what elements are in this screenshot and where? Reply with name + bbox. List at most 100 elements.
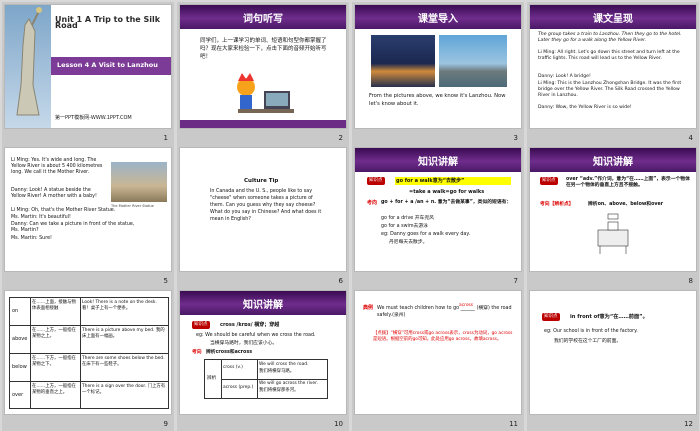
point-text: in front of意为“在……前面”。 <box>570 314 648 320</box>
point-text: go + for + a /an + n. 意为“去做某事”，类似的短语有： <box>381 200 512 205</box>
exam-tag: 考向【辨析点】 <box>540 202 574 207</box>
unit-title: Unit 1 A Trip to the Silk Road <box>55 15 161 31</box>
table-cell-meaning: 在……上面，接触与物体表面相接触 <box>32 300 76 311</box>
slide-6: Culture Tip In Canada and the U. S., peo… <box>179 147 347 272</box>
slide-header: 课堂导入 <box>355 5 521 29</box>
lesson-title: Lesson 4 A Visit to Lanzhou <box>57 61 158 69</box>
slide-thumb-4[interactable]: 课文呈现 The group takes a train to Lanzhou.… <box>527 2 699 145</box>
slide-thumb-1[interactable]: Unit 1 A Trip to the Silk Road Lesson 4 … <box>2 2 174 145</box>
dialog-line: The group takes a train to Lanzhou. Then… <box>538 32 682 43</box>
slide-number: 12 <box>684 420 693 428</box>
slide-12: 知识点 in front of意为“在……前面”。 eg: Our school… <box>529 290 697 415</box>
knowledge-point-tag: 知识点 <box>542 313 560 321</box>
table-cell: 我们将横穿那条河。 <box>259 388 299 393</box>
slide-title: 词句听写 <box>243 14 283 25</box>
dialog-line: Li Ming: All right. Let's go down this s… <box>538 50 680 61</box>
lanzhou-photo-2 <box>439 35 507 87</box>
slide-2: 词句听写 同学们，上一课学习的单词、短语和句型你都掌握了吗？现在大家来检验一下，… <box>179 4 347 129</box>
dialog-line: Danny: Look! A bridge! <box>538 74 591 79</box>
statue-image <box>5 5 51 128</box>
slide-header: 词句听写 <box>180 5 346 29</box>
table-cell-example: There are some shoes below the bed. 在床下有… <box>82 356 165 367</box>
knowledge-point-tag: 知识点 <box>192 321 210 329</box>
knowledge-point-tag: 知识点 <box>540 177 558 185</box>
slide-header: 知识讲解 <box>355 148 521 172</box>
slide-thumb-12[interactable]: 知识点 in front of意为“在……前面”。 eg: Our school… <box>527 288 699 431</box>
slide-footer <box>180 120 346 128</box>
slide-7: 知识讲解 知识点 go for a walk意为“去散步” =take a wa… <box>354 147 522 272</box>
example-text: eg: Our school is in front of the factor… <box>544 329 638 334</box>
slide-thumb-9[interactable]: on 在……上面，接触与物体表面相接触 Look! There is a not… <box>2 288 174 431</box>
table-divider <box>30 298 31 408</box>
table-cell-word: on <box>12 308 19 314</box>
slide-number: 5 <box>163 277 168 285</box>
culture-tip-body: In Canada and the U. S., people like to … <box>210 189 322 222</box>
slide-number: 9 <box>163 420 168 428</box>
hint-text: 【点拨】“横穿”可用cross或go across表示，cross为动词，go … <box>373 331 513 343</box>
slide-header: 知识讲解 <box>180 291 346 315</box>
table-cell-meaning: 在……上方，一般指在某物的垂直之上。 <box>32 384 76 395</box>
dialog-line: Danny: Can we take a picture in front of… <box>11 222 135 233</box>
slide-number: 2 <box>338 134 343 142</box>
slide-1: Unit 1 A Trip to the Silk Road Lesson 4 … <box>4 4 172 129</box>
exam-tag: 考向 <box>367 200 378 206</box>
slide-number: 4 <box>688 134 693 142</box>
slide-thumb-3[interactable]: 课堂导入 From the pictures above, we know it… <box>352 2 524 145</box>
answer-text: across <box>459 303 474 308</box>
body-text: 同学们，上一课学习的单词、短语和句型你都掌握了吗？现在大家来检验一下，点击下面的… <box>200 38 327 60</box>
slide-title: 课文呈现 <box>593 14 633 25</box>
point-text: =take a walk=go for walks <box>409 189 485 195</box>
table-row: above 在……上方，一般指在某物之上。 There is a picture… <box>10 326 168 354</box>
position-diagram <box>584 212 644 260</box>
slide-thumb-11[interactable]: 典例 We must teach children how to go ____… <box>352 288 524 431</box>
slide-number: 10 <box>334 420 343 428</box>
example-translation: 当横穿马路时，我们应该小心。 <box>210 341 278 346</box>
exam-tag: 考向 <box>192 350 202 355</box>
table-cell-meaning: 在……下方，一般指在某物之下。 <box>32 356 76 367</box>
dialog-line: Ms. Martin: Sure! <box>11 236 52 241</box>
dialog-line: Li Ming: This is the Lanzhou Zhongshan B… <box>538 81 682 98</box>
slide-8: 知识讲解 知识点 over “adv.”作介词，意为“在……上面”，表示一个物体… <box>529 147 697 272</box>
slide-header: 课文呈现 <box>530 5 696 29</box>
cartoon-icon <box>228 73 298 125</box>
table-row: over 在……上方，一般指在某物的垂直之上。 There is a sign … <box>10 382 168 409</box>
slide-thumb-2[interactable]: 词句听写 同学们，上一课学习的单词、短语和句型你都掌握了吗？现在大家来检验一下，… <box>177 2 349 145</box>
table-cell: 我们将横穿马路。 <box>259 369 295 374</box>
dialog-line: Danny: Look! A statue beside the Yellow … <box>11 188 97 199</box>
slide-thumb-10[interactable]: 知识讲解 知识点 cross /krɒs/ 横穿；穿越 eg: We shoul… <box>177 288 349 431</box>
example-translation: 我们的学校在这个工厂的前面。 <box>554 339 622 344</box>
slide-number: 1 <box>163 134 168 142</box>
statue-photo <box>111 162 167 202</box>
slide-thumb-7[interactable]: 知识讲解 知识点 go for a walk意为“去散步” =take a wa… <box>352 145 524 288</box>
slide-thumb-5[interactable]: Li Ming: Yes. It's wide and long. The Ye… <box>2 145 174 288</box>
thumbnail-grid: Unit 1 A Trip to the Silk Road Lesson 4 … <box>0 0 700 431</box>
table-cell: across (prep.) <box>223 385 254 390</box>
slide-thumb-6[interactable]: Culture Tip In Canada and the U. S., peo… <box>177 145 349 288</box>
slide-number: 11 <box>509 420 518 428</box>
example-tag: 典例 <box>363 305 374 311</box>
point-text: go for a drive 开车兜风 <box>381 216 434 221</box>
knowledge-point-tag: 知识点 <box>367 177 385 185</box>
compare-table: 辨析 cross (v.) We will cross the road. 我们… <box>204 359 328 399</box>
slide-3: 课堂导入 From the pictures above, we know it… <box>354 4 522 129</box>
table-cell-meaning: 在……上方，一般指在某物之上。 <box>32 328 76 339</box>
point-text: 辨析on、above、below和over <box>588 202 664 207</box>
table-cell-example: Look! There is a note on the desk. 看！桌子上… <box>82 300 157 311</box>
slide-number: 6 <box>338 277 343 285</box>
culture-tip-heading: Culture Tip <box>244 178 279 184</box>
slide-thumb-8[interactable]: 知识讲解 知识点 over “adv.”作介词，意为“在……上面”，表示一个物体… <box>527 145 699 288</box>
question-text: We must teach children how to go ______ … <box>377 306 512 318</box>
slide-header: 知识讲解 <box>530 148 696 172</box>
table-cell-word: below <box>12 364 27 370</box>
slide-number: 3 <box>513 134 518 142</box>
lanzhou-photo-1 <box>371 35 435 87</box>
comparison-table: on 在……上面，接触与物体表面相接触 Look! There is a not… <box>9 297 169 409</box>
slide-title: 知识讲解 <box>593 157 633 168</box>
table-cell-word: above <box>12 336 28 342</box>
slide-9: on 在……上面，接触与物体表面相接触 Look! There is a not… <box>4 290 172 415</box>
slide-4: 课文呈现 The group takes a train to Lanzhou.… <box>529 4 697 129</box>
point-text: go for a walk意为“去散步” <box>395 177 511 186</box>
example-translation: 丹尼每天去散步。 <box>389 240 428 245</box>
slide-5: Li Ming: Yes. It's wide and long. The Ye… <box>4 147 172 272</box>
table-label: 辨析 <box>207 376 217 381</box>
